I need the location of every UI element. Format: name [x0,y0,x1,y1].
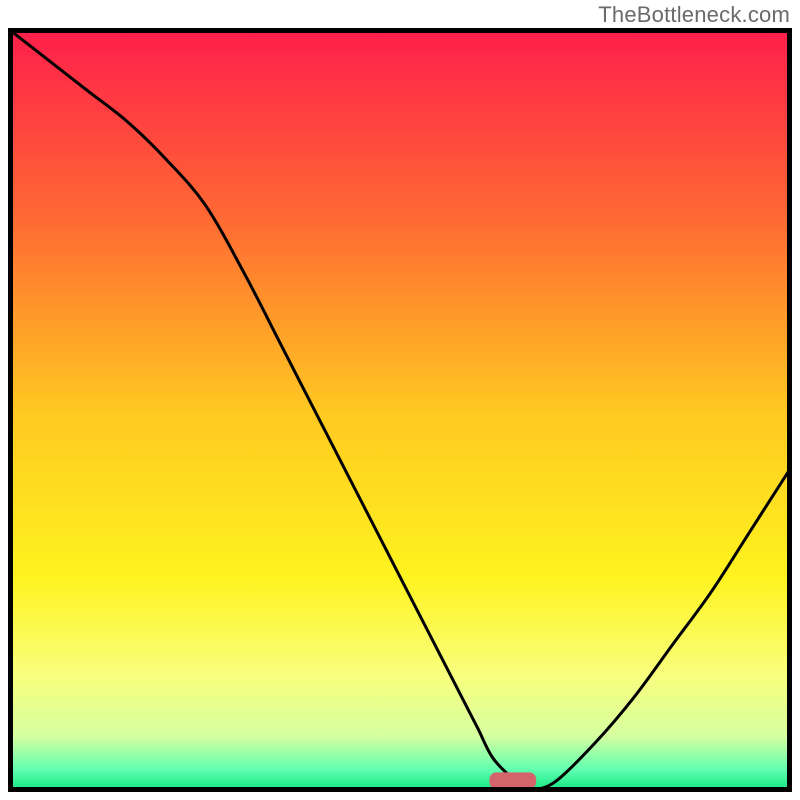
optimal-zone-marker [489,772,536,789]
plot-frame [8,28,792,792]
watermark-text: TheBottleneck.com [598,2,790,28]
gradient-background [11,31,789,789]
chart-container: TheBottleneck.com [0,0,800,800]
bottleneck-chart [8,28,792,792]
